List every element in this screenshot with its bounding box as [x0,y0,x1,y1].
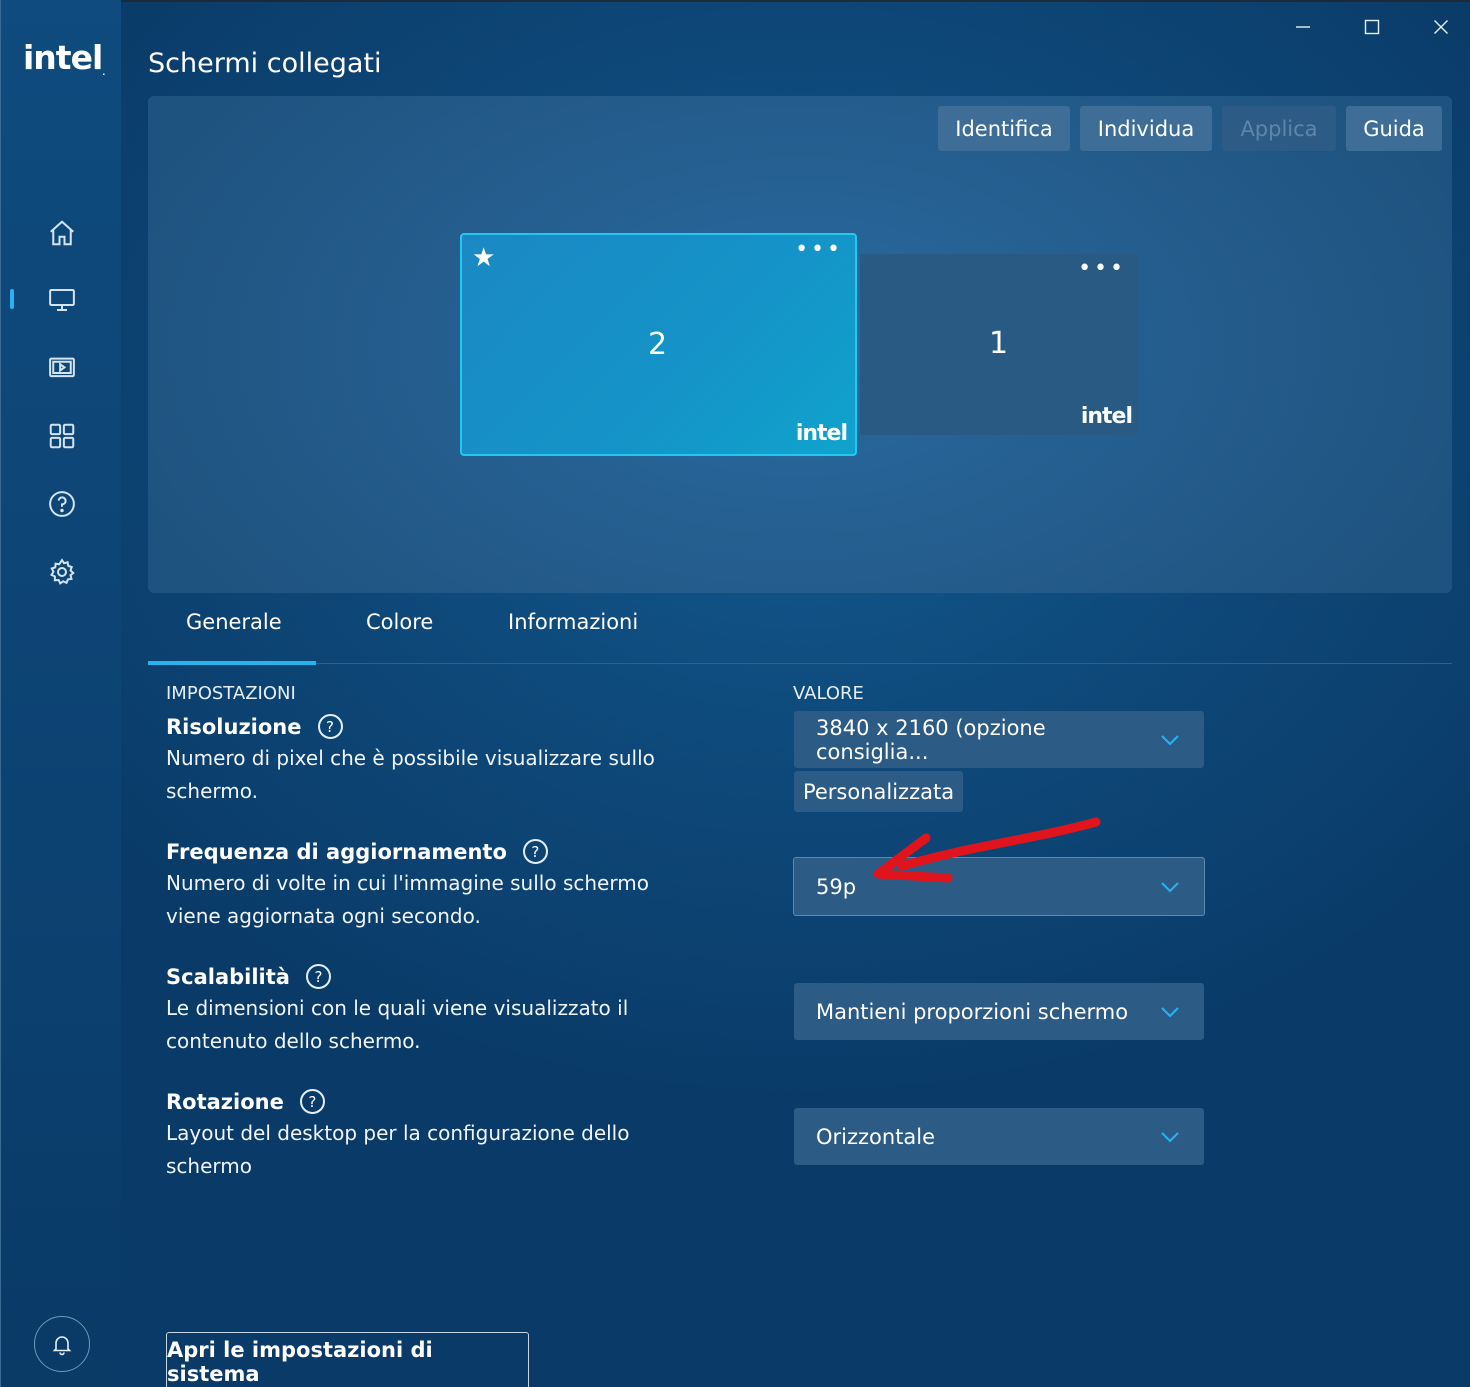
maximize-button[interactable] [1355,12,1389,42]
display-1-menu-icon[interactable]: ••• [1078,258,1126,280]
display-2-menu-icon[interactable]: ••• [795,239,843,261]
close-icon [1434,20,1448,34]
settings-column-header: IMPOSTAZIONI [166,683,296,704]
chevron-down-icon [1161,1131,1179,1142]
tab-colore[interactable]: Colore [366,610,433,634]
dropdown-value: Orizzontale [816,1124,936,1149]
help-icon[interactable]: ? [522,839,548,864]
help-icon[interactable]: ? [299,1089,325,1114]
chevron-down-icon [1161,734,1179,745]
display-brand-logo: intel [1080,404,1133,429]
bell-icon [52,1336,72,1356]
resolution-dropdown[interactable]: 3840 x 2160 (opzione consiglia... [794,711,1204,768]
identify-button[interactable]: Identifica [938,106,1070,151]
sidebar: intel. [0,0,121,1387]
tab-informazioni[interactable]: Informazioni [508,610,638,634]
setting-title-resolution: Risoluzione ? [166,714,343,739]
intel-logo: intel. [23,38,105,77]
setting-desc-scaling: Le dimensioni con le quali viene visuali… [166,996,629,1053]
grid-icon [49,423,74,449]
gear-icon [49,558,75,585]
display-number: 2 [648,327,668,362]
setting-desc-refresh-rate: Numero di volte in cui l'immagine sullo … [166,871,649,928]
display-arrangement-panel: Identifica Individua Applica Guida ★ •••… [148,96,1452,593]
dropdown-value: 3840 x 2160 (opzione consiglia... [816,715,1046,764]
nav-display[interactable] [1,274,122,326]
display-tile-2[interactable]: ★ ••• 2 intel [460,233,857,456]
setting-title-text: Scalabilità [166,964,290,989]
apply-button[interactable]: Applica [1222,106,1336,151]
guide-button[interactable]: Guida [1346,106,1442,151]
custom-resolution-button[interactable]: Personalizzata [794,771,963,812]
home-icon [49,220,74,246]
scaling-dropdown[interactable]: Mantieni proporzioni schermo [794,983,1204,1040]
minimize-button[interactable] [1286,12,1320,42]
chevron-down-icon [1161,881,1179,892]
help-icon[interactable]: ? [305,964,331,989]
notifications-button[interactable] [34,1316,90,1372]
monitor-icon [48,289,75,311]
primary-star-icon: ★ [472,243,496,273]
setting-desc-resolution: Numero di pixel che è possibile visualiz… [166,746,655,803]
help-icon [48,491,75,517]
setting-title-text: Frequenza di aggiornamento [166,839,507,864]
tab-active-indicator [148,661,316,665]
window-top-border [0,0,1470,2]
display-tile-1[interactable]: ••• 1 intel [860,254,1138,435]
display-brand-logo: intel [795,421,848,446]
chevron-down-icon [1161,1006,1179,1017]
video-icon [48,357,75,378]
display-number: 1 [989,326,1009,361]
minimize-icon [1296,26,1310,28]
nav-home[interactable] [1,207,122,259]
page-title: Schermi collegati [148,48,382,79]
open-system-settings-button[interactable]: Apri le impostazioni di sistema [166,1332,529,1387]
locate-button[interactable]: Individua [1080,106,1212,151]
setting-title-refresh-rate: Frequenza di aggiornamento ? [166,839,548,864]
setting-title-text: Risoluzione [166,714,302,739]
setting-title-text: Rotazione [166,1089,284,1114]
rotation-dropdown[interactable]: Orizzontale [794,1108,1204,1165]
nav-help[interactable] [1,478,122,530]
help-icon[interactable]: ? [317,714,343,739]
value-column-header: VALORE [793,683,864,704]
tab-divider [148,663,1452,664]
close-button[interactable] [1424,12,1458,42]
nav-video[interactable] [1,342,122,394]
annotation-arrow [873,817,1101,883]
setting-title-rotation: Rotazione ? [166,1089,325,1114]
setting-desc-rotation: Layout del desktop per la configurazione… [166,1121,630,1178]
nav-settings[interactable] [1,546,122,598]
nav-apps[interactable] [1,410,122,462]
dropdown-value: 59p [816,874,857,899]
setting-title-scaling: Scalabilità ? [166,964,331,989]
tab-generale[interactable]: Generale [186,610,282,634]
dropdown-value: Mantieni proporzioni schermo [816,999,1129,1024]
maximize-icon [1364,19,1380,35]
